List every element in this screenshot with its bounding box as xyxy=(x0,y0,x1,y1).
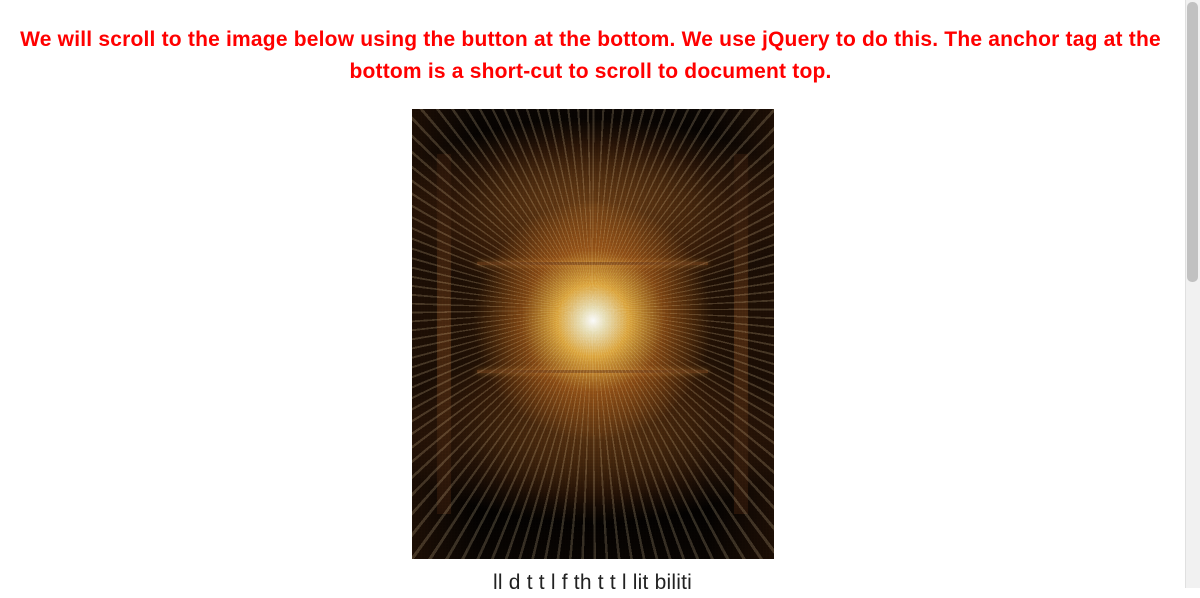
intro-paragraph: We will scroll to the image below using … xyxy=(0,24,1185,87)
scrollbar-thumb[interactable] xyxy=(1187,2,1198,282)
image-container xyxy=(0,109,1185,559)
vertical-scrollbar[interactable] xyxy=(1185,0,1200,588)
partial-secondary-text: ll d t t l f th t t l lit biliti xyxy=(0,567,1185,598)
main-image xyxy=(412,109,774,559)
